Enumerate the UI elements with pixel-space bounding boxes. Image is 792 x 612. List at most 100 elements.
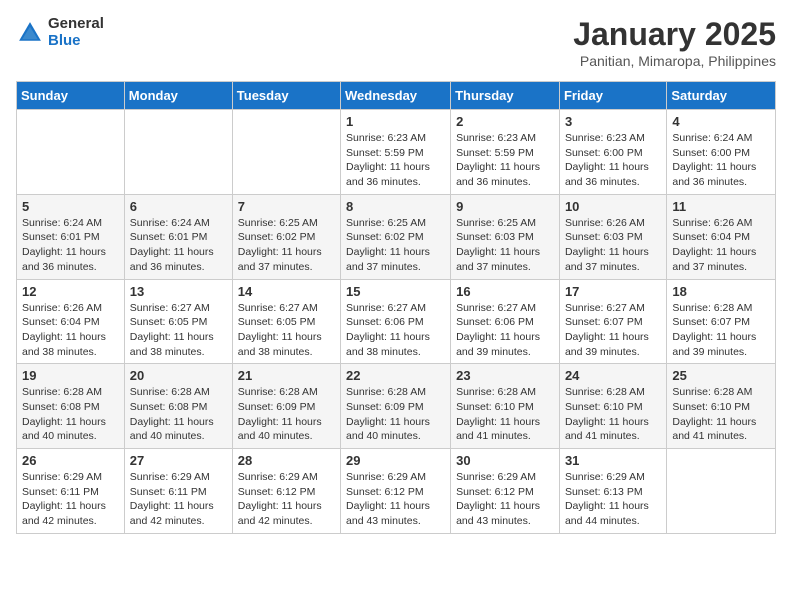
day-info: Sunrise: 6:27 AMSunset: 6:07 PMDaylight:… [565, 301, 661, 360]
day-number: 8 [346, 199, 445, 214]
weekday-header-monday: Monday [124, 82, 232, 110]
day-number: 24 [565, 368, 661, 383]
weekday-header-tuesday: Tuesday [232, 82, 340, 110]
day-number: 26 [22, 453, 119, 468]
day-number: 21 [238, 368, 335, 383]
calendar-cell: 27 Sunrise: 6:29 AMSunset: 6:11 PMDayligh… [124, 449, 232, 534]
day-info: Sunrise: 6:27 AMSunset: 6:05 PMDaylight:… [238, 301, 335, 360]
day-info: Sunrise: 6:29 AMSunset: 6:12 PMDaylight:… [456, 470, 554, 529]
day-info: Sunrise: 6:24 AMSunset: 6:00 PMDaylight:… [672, 131, 770, 190]
calendar-cell: 29Sunrise: 6:29 AMSunset: 6:12 PMDayligh… [341, 449, 451, 534]
day-info: Sunrise: 6:23 AMSunset: 5:59 PMDaylight:… [346, 131, 445, 190]
calendar-week-5: 26 Sunrise: 6:29 AMSunset: 6:11 PMDayligh… [17, 449, 776, 534]
day-info: Sunrise: 6:23 AMSunset: 6:00 PMDaylight:… [565, 131, 661, 190]
day-number: 2 [456, 114, 554, 129]
day-number: 25 [672, 368, 770, 383]
day-number: 27 [130, 453, 227, 468]
calendar-cell: 12Sunrise: 6:26 AMSunset: 6:04 PMDayligh… [17, 279, 125, 364]
logo-text: General Blue [48, 16, 104, 49]
day-number: 14 [238, 284, 335, 299]
logo-general-text: General [48, 16, 104, 33]
day-info: Sunrise: 6:24 AMSunset: 6:01 PMDaylight:… [22, 216, 119, 275]
month-title: January 2025 [573, 16, 776, 53]
weekday-header-wednesday: Wednesday [341, 82, 451, 110]
calendar-cell: 14 Sunrise: 6:27 AMSunset: 6:05 PMDayligh… [232, 279, 340, 364]
day-info: Sunrise: 6:27 AMSunset: 6:06 PMDaylight:… [346, 301, 445, 360]
day-number: 13 [130, 284, 227, 299]
day-number: 11 [672, 199, 770, 214]
calendar-header: SundayMondayTuesdayWednesdayThursdayFrid… [17, 82, 776, 110]
day-info: Sunrise: 6:28 AMSunset: 6:10 PMDaylight:… [565, 385, 661, 444]
calendar-cell [232, 110, 340, 195]
day-number: 22 [346, 368, 445, 383]
day-info: Sunrise: 6:29 AMSunset: 6:13 PMDaylight:… [565, 470, 661, 529]
day-info: Sunrise: 6:27 AMSunset: 6:06 PMDaylight:… [456, 301, 554, 360]
calendar-cell: 8 Sunrise: 6:25 AMSunset: 6:02 PMDaylight… [341, 194, 451, 279]
day-info: Sunrise: 6:28 AMSunset: 6:09 PMDaylight:… [346, 385, 445, 444]
calendar-cell: 25 Sunrise: 6:28 AMSunset: 6:10 PMDayligh… [667, 364, 776, 449]
weekday-header-thursday: Thursday [451, 82, 560, 110]
day-number: 4 [672, 114, 770, 129]
day-number: 17 [565, 284, 661, 299]
day-number: 10 [565, 199, 661, 214]
calendar-cell: 22 Sunrise: 6:28 AMSunset: 6:09 PMDayligh… [341, 364, 451, 449]
day-info: Sunrise: 6:29 AMSunset: 6:11 PMDaylight:… [130, 470, 227, 529]
day-info: Sunrise: 6:27 AMSunset: 6:05 PMDaylight:… [130, 301, 227, 360]
day-number: 28 [238, 453, 335, 468]
day-number: 3 [565, 114, 661, 129]
calendar-cell: 15 Sunrise: 6:27 AMSunset: 6:06 PMDayligh… [341, 279, 451, 364]
day-info: Sunrise: 6:24 AMSunset: 6:01 PMDaylight:… [130, 216, 227, 275]
calendar-cell: 19 Sunrise: 6:28 AMSunset: 6:08 PMDayligh… [17, 364, 125, 449]
day-info: Sunrise: 6:29 AMSunset: 6:12 PMDaylight:… [346, 470, 445, 529]
calendar-cell: 30 Sunrise: 6:29 AMSunset: 6:12 PMDayligh… [451, 449, 560, 534]
calendar-table: SundayMondayTuesdayWednesdayThursdayFrid… [16, 81, 776, 534]
day-number: 6 [130, 199, 227, 214]
calendar-week-1: 1Sunrise: 6:23 AMSunset: 5:59 PMDaylight… [17, 110, 776, 195]
calendar-week-3: 12Sunrise: 6:26 AMSunset: 6:04 PMDayligh… [17, 279, 776, 364]
weekday-header-sunday: Sunday [17, 82, 125, 110]
day-info: Sunrise: 6:26 AMSunset: 6:03 PMDaylight:… [565, 216, 661, 275]
day-info: Sunrise: 6:28 AMSunset: 6:09 PMDaylight:… [238, 385, 335, 444]
page-header: General Blue January 2025 Panitian, Mima… [16, 16, 776, 69]
calendar-cell: 4 Sunrise: 6:24 AMSunset: 6:00 PMDaylight… [667, 110, 776, 195]
logo-icon [16, 19, 44, 47]
day-info: Sunrise: 6:25 AMSunset: 6:03 PMDaylight:… [456, 216, 554, 275]
calendar-cell [124, 110, 232, 195]
calendar-cell: 20 Sunrise: 6:28 AMSunset: 6:08 PMDayligh… [124, 364, 232, 449]
day-number: 16 [456, 284, 554, 299]
day-info: Sunrise: 6:28 AMSunset: 6:08 PMDaylight:… [130, 385, 227, 444]
day-number: 20 [130, 368, 227, 383]
calendar-cell: 31Sunrise: 6:29 AMSunset: 6:13 PMDayligh… [559, 449, 666, 534]
day-number: 18 [672, 284, 770, 299]
day-info: Sunrise: 6:25 AMSunset: 6:02 PMDaylight:… [238, 216, 335, 275]
calendar-cell: 16 Sunrise: 6:27 AMSunset: 6:06 PMDayligh… [451, 279, 560, 364]
calendar-cell: 13 Sunrise: 6:27 AMSunset: 6:05 PMDayligh… [124, 279, 232, 364]
calendar-cell: 26Sunrise: 6:29 AMSunset: 6:11 PMDayligh… [17, 449, 125, 534]
weekday-header-saturday: Saturday [667, 82, 776, 110]
calendar-cell: 6 Sunrise: 6:24 AMSunset: 6:01 PMDaylight… [124, 194, 232, 279]
day-info: Sunrise: 6:28 AMSunset: 6:08 PMDaylight:… [22, 385, 119, 444]
day-info: Sunrise: 6:28 AMSunset: 6:10 PMDaylight:… [672, 385, 770, 444]
calendar-cell: 21 Sunrise: 6:28 AMSunset: 6:09 PMDayligh… [232, 364, 340, 449]
day-number: 19 [22, 368, 119, 383]
calendar-cell: 9 Sunrise: 6:25 AMSunset: 6:03 PMDaylight… [451, 194, 560, 279]
calendar-cell: 17 Sunrise: 6:27 AMSunset: 6:07 PMDayligh… [559, 279, 666, 364]
calendar-cell: 2 Sunrise: 6:23 AMSunset: 5:59 PMDaylight… [451, 110, 560, 195]
day-info: Sunrise: 6:26 AMSunset: 6:04 PMDaylight:… [672, 216, 770, 275]
day-number: 5 [22, 199, 119, 214]
calendar-cell: 1Sunrise: 6:23 AMSunset: 5:59 PMDaylight… [341, 110, 451, 195]
logo: General Blue [16, 16, 104, 49]
calendar-cell [17, 110, 125, 195]
calendar-cell: 28Sunrise: 6:29 AMSunset: 6:12 PMDayligh… [232, 449, 340, 534]
day-number: 15 [346, 284, 445, 299]
location-title: Panitian, Mimaropa, Philippines [573, 53, 776, 69]
day-number: 30 [456, 453, 554, 468]
day-info: Sunrise: 6:25 AMSunset: 6:02 PMDaylight:… [346, 216, 445, 275]
calendar-week-2: 5 Sunrise: 6:24 AMSunset: 6:01 PMDaylight… [17, 194, 776, 279]
calendar-cell: 3 Sunrise: 6:23 AMSunset: 6:00 PMDaylight… [559, 110, 666, 195]
day-info: Sunrise: 6:23 AMSunset: 5:59 PMDaylight:… [456, 131, 554, 190]
calendar-cell: 10 Sunrise: 6:26 AMSunset: 6:03 PMDayligh… [559, 194, 666, 279]
day-number: 7 [238, 199, 335, 214]
day-number: 9 [456, 199, 554, 214]
calendar-cell: 24 Sunrise: 6:28 AMSunset: 6:10 PMDayligh… [559, 364, 666, 449]
